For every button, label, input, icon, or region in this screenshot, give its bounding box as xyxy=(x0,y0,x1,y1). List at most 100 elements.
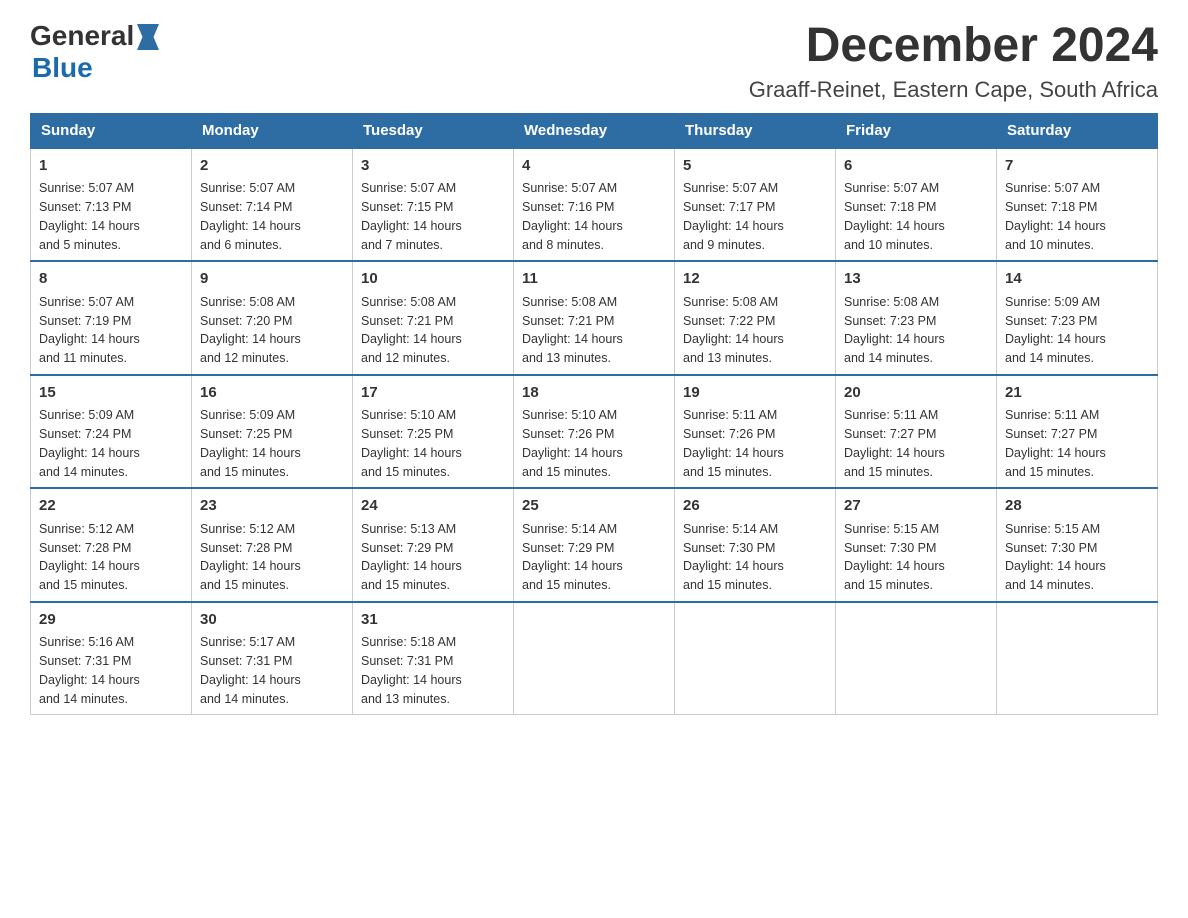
daylight-text: Daylight: 14 hours xyxy=(361,446,462,460)
sunrise-text: Sunrise: 5:09 AM xyxy=(39,408,134,422)
daylight-and-text: and 15 minutes. xyxy=(200,465,289,479)
sunrise-text: Sunrise: 5:07 AM xyxy=(522,181,617,195)
daylight-text: Daylight: 14 hours xyxy=(844,219,945,233)
sunrise-text: Sunrise: 5:09 AM xyxy=(200,408,295,422)
daylight-text: Daylight: 14 hours xyxy=(39,219,140,233)
daylight-and-text: and 14 minutes. xyxy=(39,465,128,479)
header-thursday: Thursday xyxy=(675,113,836,148)
day-number: 29 xyxy=(39,609,183,632)
table-row xyxy=(514,602,675,715)
sunset-text: Sunset: 7:25 PM xyxy=(361,427,453,441)
day-number: 22 xyxy=(39,495,183,518)
table-row: 18Sunrise: 5:10 AMSunset: 7:26 PMDayligh… xyxy=(514,375,675,489)
sunset-text: Sunset: 7:31 PM xyxy=(39,654,131,668)
daylight-text: Daylight: 14 hours xyxy=(683,219,784,233)
table-row: 3Sunrise: 5:07 AMSunset: 7:15 PMDaylight… xyxy=(353,148,514,262)
day-number: 10 xyxy=(361,268,505,291)
logo-blue-text: Blue xyxy=(32,52,93,84)
sunset-text: Sunset: 7:29 PM xyxy=(522,541,614,555)
daylight-text: Daylight: 14 hours xyxy=(683,559,784,573)
day-number: 1 xyxy=(39,155,183,178)
daylight-text: Daylight: 14 hours xyxy=(683,332,784,346)
daylight-text: Daylight: 14 hours xyxy=(39,332,140,346)
sunset-text: Sunset: 7:23 PM xyxy=(1005,314,1097,328)
daylight-text: Daylight: 14 hours xyxy=(39,673,140,687)
daylight-and-text: and 15 minutes. xyxy=(39,578,128,592)
calendar-week-row: 8Sunrise: 5:07 AMSunset: 7:19 PMDaylight… xyxy=(31,261,1158,375)
sunrise-text: Sunrise: 5:12 AM xyxy=(200,522,295,536)
daylight-text: Daylight: 14 hours xyxy=(200,332,301,346)
table-row: 26Sunrise: 5:14 AMSunset: 7:30 PMDayligh… xyxy=(675,488,836,602)
table-row: 4 Sunrise: 5:07 AM Sunset: 7:16 PM Daylight… xyxy=(514,148,675,262)
daylight-and-text: and 14 minutes. xyxy=(1005,351,1094,365)
sunrise-text: Sunrise: 5:08 AM xyxy=(361,295,456,309)
sunrise-text: Sunrise: 5:07 AM xyxy=(200,181,295,195)
daylight-and-text: and 8 minutes. xyxy=(522,238,604,252)
logo: General Blue xyxy=(30,20,159,84)
table-row: 16Sunrise: 5:09 AMSunset: 7:25 PMDayligh… xyxy=(192,375,353,489)
sunset-text: Sunset: 7:16 PM xyxy=(522,200,614,214)
sunset-text: Sunset: 7:30 PM xyxy=(844,541,936,555)
sunset-text: Sunset: 7:26 PM xyxy=(683,427,775,441)
daylight-and-text: and 13 minutes. xyxy=(361,692,450,706)
daylight-and-text: and 15 minutes. xyxy=(683,465,772,479)
sunrise-text: Sunrise: 5:13 AM xyxy=(361,522,456,536)
table-row: 31Sunrise: 5:18 AMSunset: 7:31 PMDayligh… xyxy=(353,602,514,715)
sunset-text: Sunset: 7:28 PM xyxy=(39,541,131,555)
sunrise-text: Sunrise: 5:15 AM xyxy=(1005,522,1100,536)
sunrise-text: Sunrise: 5:09 AM xyxy=(1005,295,1100,309)
daylight-text: Daylight: 14 hours xyxy=(361,332,462,346)
sunset-text: Sunset: 7:18 PM xyxy=(844,200,936,214)
day-number: 13 xyxy=(844,268,988,291)
sunset-text: Sunset: 7:17 PM xyxy=(683,200,775,214)
daylight-text: Daylight: 14 hours xyxy=(844,332,945,346)
sunset-text: Sunset: 7:24 PM xyxy=(39,427,131,441)
sunset-text: Sunset: 7:20 PM xyxy=(200,314,292,328)
day-number: 4 xyxy=(522,155,666,178)
daylight-and-text: and 15 minutes. xyxy=(522,578,611,592)
sunset-text: Sunset: 7:22 PM xyxy=(683,314,775,328)
sunrise-text: Sunrise: 5:08 AM xyxy=(844,295,939,309)
sunset-text: Sunset: 7:25 PM xyxy=(200,427,292,441)
logo-general-text: General xyxy=(30,20,134,52)
table-row: 2Sunrise: 5:07 AMSunset: 7:14 PMDaylight… xyxy=(192,148,353,262)
day-number: 16 xyxy=(200,382,344,405)
sunrise-text: Sunrise: 5:17 AM xyxy=(200,635,295,649)
daylight-text: Daylight: 14 hours xyxy=(361,559,462,573)
sunset-text: Sunset: 7:27 PM xyxy=(844,427,936,441)
calendar-table: Sunday Monday Tuesday Wednesday Thursday… xyxy=(30,113,1158,716)
sunrise-text: Sunrise: 5:07 AM xyxy=(39,181,134,195)
day-number: 2 xyxy=(200,155,344,178)
header-tuesday: Tuesday xyxy=(353,113,514,148)
daylight-text: Daylight: 14 hours xyxy=(522,219,623,233)
table-row: 20Sunrise: 5:11 AMSunset: 7:27 PMDayligh… xyxy=(836,375,997,489)
day-number: 23 xyxy=(200,495,344,518)
table-row: 30Sunrise: 5:17 AMSunset: 7:31 PMDayligh… xyxy=(192,602,353,715)
table-row: 5Sunrise: 5:07 AMSunset: 7:17 PMDaylight… xyxy=(675,148,836,262)
day-number: 14 xyxy=(1005,268,1149,291)
day-number: 7 xyxy=(1005,155,1149,178)
header-area: General Blue December 2024 Graaff-Reinet… xyxy=(30,20,1158,103)
daylight-and-text: and 15 minutes. xyxy=(844,465,933,479)
table-row: 29Sunrise: 5:16 AMSunset: 7:31 PMDayligh… xyxy=(31,602,192,715)
daylight-text: Daylight: 14 hours xyxy=(200,673,301,687)
sunrise-text: Sunrise: 5:18 AM xyxy=(361,635,456,649)
daylight-text: Daylight: 14 hours xyxy=(200,559,301,573)
daylight-and-text: and 15 minutes. xyxy=(361,465,450,479)
table-row: 11Sunrise: 5:08 AMSunset: 7:21 PMDayligh… xyxy=(514,261,675,375)
daylight-and-text: and 11 minutes. xyxy=(39,351,127,365)
day-number: 11 xyxy=(522,268,666,291)
header-monday: Monday xyxy=(192,113,353,148)
table-row: 25Sunrise: 5:14 AMSunset: 7:29 PMDayligh… xyxy=(514,488,675,602)
daylight-and-text: and 14 minutes. xyxy=(39,692,128,706)
day-number: 3 xyxy=(361,155,505,178)
sunrise-text: Sunrise: 5:08 AM xyxy=(683,295,778,309)
table-row: 1Sunrise: 5:07 AMSunset: 7:13 PMDaylight… xyxy=(31,148,192,262)
daylight-text: Daylight: 14 hours xyxy=(361,219,462,233)
sunset-text: Sunset: 7:30 PM xyxy=(1005,541,1097,555)
day-number: 15 xyxy=(39,382,183,405)
daylight-and-text: and 14 minutes. xyxy=(200,692,289,706)
calendar-week-row: 15 Sunrise: 5:09 AM Sunset: 7:24 PM Dayligh… xyxy=(31,375,1158,489)
table-row: 19Sunrise: 5:11 AMSunset: 7:26 PMDayligh… xyxy=(675,375,836,489)
daylight-and-text: and 15 minutes. xyxy=(1005,465,1094,479)
